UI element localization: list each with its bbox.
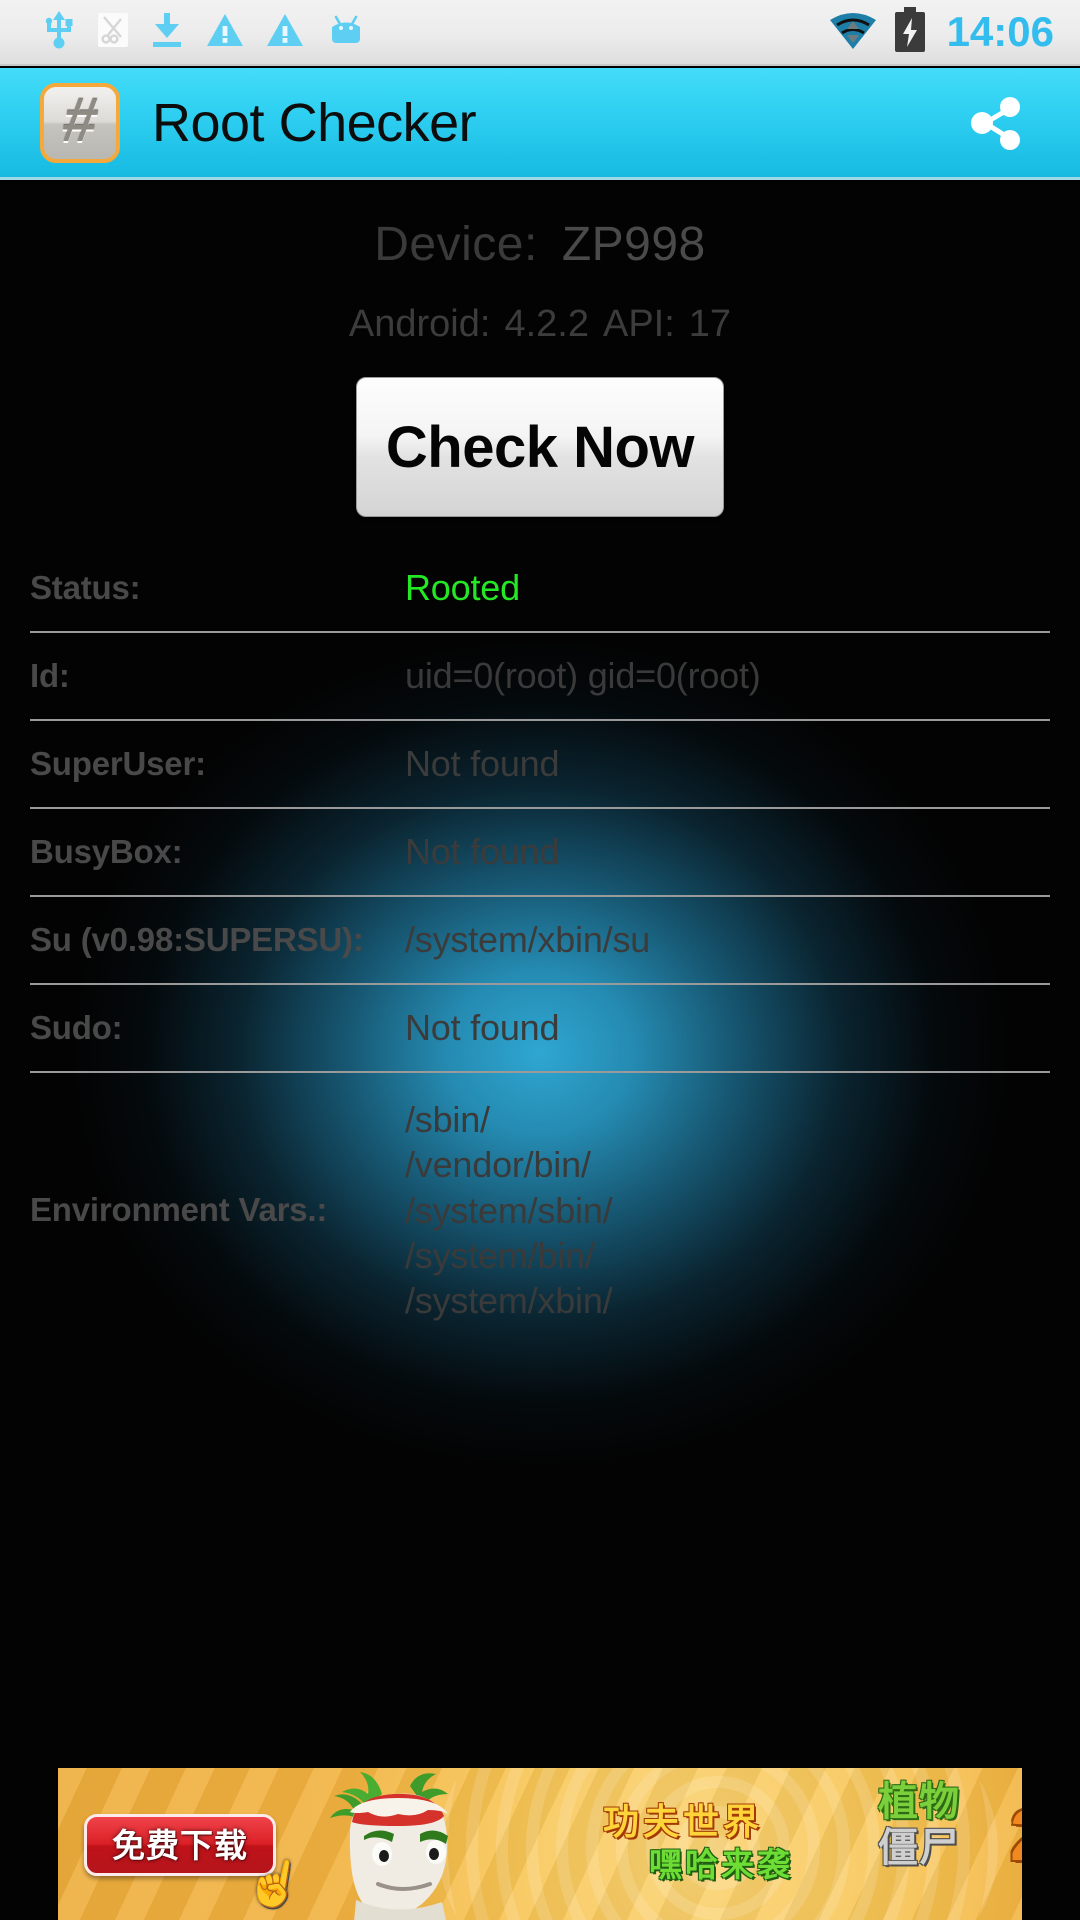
status-bar: 14:06 [0,0,1080,66]
row-value: /system/xbin/su [405,918,651,960]
ad-logo-number: 2 [1010,1800,1022,1872]
download-icon [150,11,184,54]
phone-screen: 14:06 # Root Checker Device: ZP998 Andro… [0,0,1080,1920]
app-action-bar: # Root Checker [0,68,1080,180]
advertisement-banner[interactable]: 免费下载 ☝ 功夫世界 嘿哈来袭 植物 僵尸 [58,1768,1022,1920]
status-bar-notification-icons [0,10,829,54]
table-row-superuser: SuperUser: Not found [30,721,1050,809]
share-icon [971,96,1020,150]
table-row-busybox: BusyBox: Not found [30,809,1050,897]
row-value: uid=0(root) gid=0(root) [405,654,761,696]
ad-logo-line2: 僵尸 [878,1826,960,1870]
table-row-status: Status: Rooted [30,545,1050,633]
row-value: /sbin/ /vendor/bin/ /system/sbin/ /syste… [405,1099,613,1322]
ad-slogan-line1: 功夫世界 [603,1801,764,1842]
api-level: 17 [688,303,732,345]
usb-icon [42,10,76,54]
screenshot-icon [98,11,128,54]
row-label: BusyBox: [30,833,183,871]
ad-logo-line1: 植物 [878,1780,960,1824]
check-now-row: Check Now [0,377,1080,517]
status-bar-system-icons: 14:06 [829,6,1080,58]
row-value: Not found [405,1006,560,1048]
warning-icon [266,12,304,53]
row-label: Sudo: [30,1009,123,1047]
device-label: Device: [374,218,538,271]
table-row-sudo: Sudo: Not found [30,985,1050,1073]
api-label: API: [602,303,675,345]
row-label: SuperUser: [30,745,206,783]
table-row-id: Id: uid=0(root) gid=0(root) [30,633,1050,721]
status-bar-clock: 14:06 [946,8,1054,55]
ad-character-illustration [330,1772,448,1920]
row-label: Status: [30,569,141,607]
battery-charging-icon [893,6,927,58]
page-title: Root Checker [152,92,477,153]
hash-icon: # [57,85,103,155]
share-button[interactable] [958,85,1034,161]
main-content: Device: ZP998 Android: 4.2.2 API: 17 Check N… [0,183,1080,1920]
device-name: ZP998 [561,218,706,271]
android-version: 4.2.2 [504,303,589,345]
ad-slogan-line2: 嘿哈来袭 [649,1846,793,1883]
row-label: Su (v0.98:SUPERSU): [30,921,364,959]
ad-download-label: 免费下载 [112,1826,248,1864]
row-value: Not found [405,742,560,784]
wifi-icon [829,9,877,56]
warning-icon [206,12,244,53]
ad-download-button[interactable]: 免费下载 [84,1814,276,1876]
row-label: Environment Vars.: [30,1191,328,1229]
ad-slogan: 功夫世界 嘿哈来袭 [603,1801,793,1883]
status-badge: Rooted [405,566,520,608]
root-results-table: Status: Rooted Id: uid=0(root) gid=0(roo… [0,545,1080,1344]
app-icon: # [40,82,120,163]
row-value: Not found [405,830,560,872]
device-info-line: Device: ZP998 [0,183,1080,269]
check-now-button[interactable]: Check Now [356,377,724,517]
android-label: Android: [348,303,491,345]
table-row-environment-vars: Environment Vars.: /sbin/ /vendor/bin/ /… [30,1073,1050,1344]
row-label: Id: [30,657,70,695]
android-info-line: Android: 4.2.2 API: 17 [0,269,1080,343]
android-icon [326,14,366,51]
table-row-su: Su (v0.98:SUPERSU): /system/xbin/su [30,897,1050,985]
ad-game-logo: 植物 僵尸 2 [878,1782,1022,1910]
